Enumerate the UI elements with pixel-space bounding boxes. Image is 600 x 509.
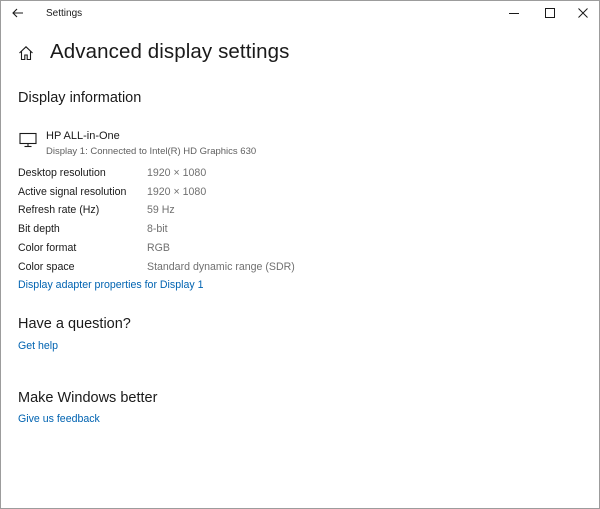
device-name: HP ALL-in-One [46,130,120,142]
title-bar: Settings [1,1,599,27]
active-signal-resolution-value: 1920 × 1080 [147,186,207,198]
refresh-rate-label: Refresh rate (Hz) [18,204,100,216]
settings-window: Settings Advanced display settings Displ… [0,0,600,509]
color-format-label: Color format [18,242,77,254]
display-adapter-properties-link[interactable]: Display adapter properties for Display 1 [18,279,203,291]
home-icon [19,46,33,61]
device-connection-detail: Display 1: Connected to Intel(R) HD Grap… [46,146,257,157]
minimize-icon [509,13,519,14]
display-information-heading: Display information [18,90,142,106]
color-space-value: Standard dynamic range (SDR) [147,261,295,273]
close-button[interactable] [566,1,600,25]
refresh-rate-value: 59 Hz [147,204,175,216]
monitor-icon [19,132,39,148]
bit-depth-label: Bit depth [18,223,60,235]
back-button[interactable] [5,3,31,23]
back-arrow-icon [12,8,23,18]
home-button[interactable] [18,45,34,61]
window-title: Settings [46,8,83,19]
bit-depth-value: 8-bit [147,223,168,235]
desktop-resolution-label: Desktop resolution [18,167,106,179]
desktop-resolution-value: 1920 × 1080 [147,167,207,179]
minimize-button[interactable] [497,1,531,25]
get-help-link[interactable]: Get help [18,340,58,352]
maximize-icon [545,8,555,18]
give-us-feedback-link[interactable]: Give us feedback [18,413,100,425]
have-a-question-heading: Have a question? [18,316,131,332]
page-title: Advanced display settings [50,40,290,63]
color-space-label: Color space [18,261,75,273]
make-windows-better-heading: Make Windows better [18,390,158,406]
active-signal-resolution-label: Active signal resolution [18,186,127,198]
maximize-button[interactable] [533,1,567,25]
color-format-value: RGB [147,242,170,254]
close-icon [578,8,588,18]
